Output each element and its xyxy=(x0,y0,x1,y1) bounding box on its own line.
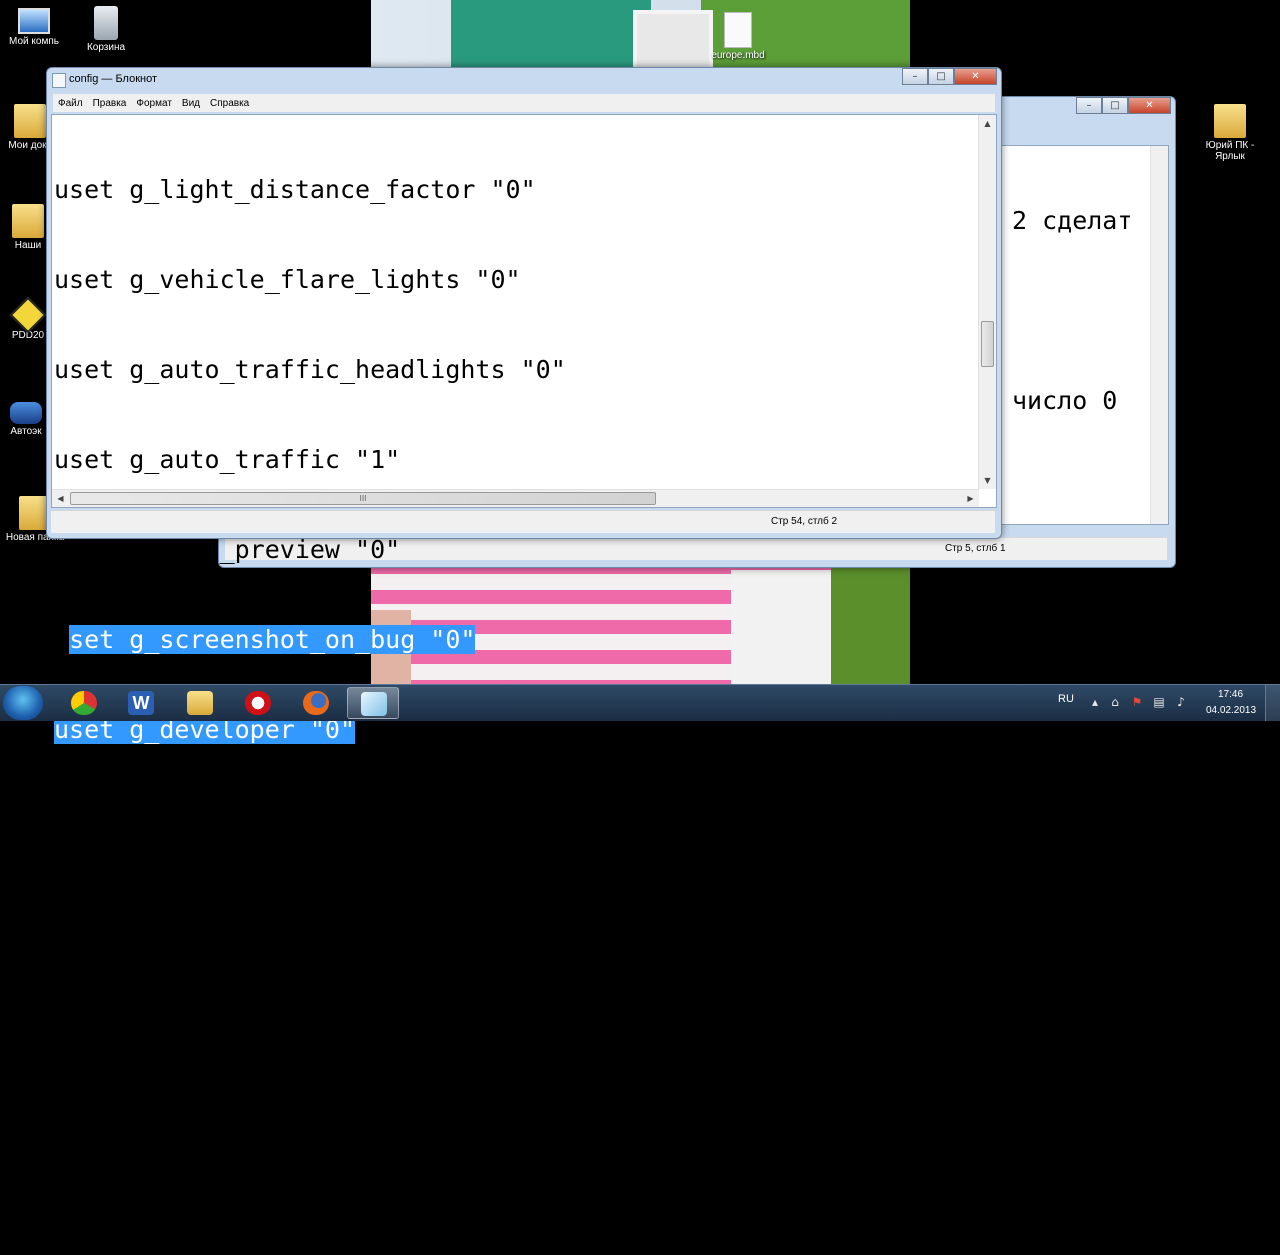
clock-date[interactable]: 04.02.2013 xyxy=(1206,705,1256,716)
show-desktop-button[interactable] xyxy=(1265,685,1280,721)
title-bar[interactable]: config — Блокнот – □ ✕ xyxy=(47,68,1001,92)
minimize-button[interactable]: – xyxy=(1076,97,1102,114)
desktop-icon-my-computer[interactable]: Мой компь xyxy=(0,8,74,47)
start-button[interactable] xyxy=(3,686,43,720)
taskbar-word-button[interactable]: W xyxy=(115,687,167,719)
taskbar-explorer-button[interactable] xyxy=(174,687,226,719)
scroll-down-arrow-icon[interactable]: ▼ xyxy=(979,472,996,489)
notepad-icon xyxy=(52,73,66,88)
vertical-scrollbar[interactable]: ▲ ▼ xyxy=(978,115,996,489)
clock-time[interactable]: 17:46 xyxy=(1218,689,1243,700)
close-button[interactable]: ✕ xyxy=(954,68,997,85)
volume-icon[interactable]: ♪ xyxy=(1174,695,1188,709)
folder-icon xyxy=(14,104,46,138)
menu-file[interactable]: Файл xyxy=(53,98,88,109)
taskbar: W RU ▴ ⌂ ⚑ ▤ ♪ 17:46 04.02.2013 xyxy=(0,684,1280,721)
menu-view[interactable]: Вид xyxy=(177,98,205,109)
desktop-icon-label: Автоэк xyxy=(10,426,42,437)
desktop-icon-recycle-bin[interactable]: Корзина xyxy=(66,6,146,53)
desktop-icon-label: Юрий ПК - Ярлык xyxy=(1205,140,1255,162)
vertical-scrollbar[interactable] xyxy=(1150,146,1168,524)
text-line: uset g_wc_fps "0.0" xyxy=(54,805,340,834)
text-editor[interactable]: uset g_light_distance_factor "0" uset g_… xyxy=(51,114,997,1194)
notepad-window[interactable]: config — Блокнот – □ ✕ Файл Правка Форма… xyxy=(46,67,1002,1194)
text-line: uset g_flyspeed "100.0" xyxy=(54,985,401,1014)
notepad-icon xyxy=(361,692,387,716)
text-line: uset g_colbox "0" xyxy=(54,1165,310,1194)
text-line: число 0 xyxy=(1012,386,1118,415)
text-line: uset g_vehicle_flare_lights "0" xyxy=(54,265,521,294)
explorer-folder-icon xyxy=(187,691,213,715)
status-bar: Стр 54, стлб 2 xyxy=(51,510,995,533)
taskbar-notepad-button[interactable] xyxy=(347,687,399,719)
desktop-icon-label: Корзина xyxy=(86,42,126,53)
wallpaper-sweater-white xyxy=(731,570,831,684)
scroll-right-arrow-icon[interactable]: ▶ xyxy=(962,490,979,507)
text-line: uset g_light_distance_factor "0" xyxy=(54,175,536,204)
menu-format[interactable]: Формат xyxy=(131,98,177,109)
desktop-icon-yuri-pc-shortcut[interactable]: Юрий ПК - Ярлык xyxy=(1190,104,1270,162)
cursor-position: Стр 54, стлб 2 xyxy=(771,516,838,527)
text-line xyxy=(1012,296,1132,326)
selected-text: set g_screenshot_on_bug "0" xyxy=(69,625,476,654)
horizontal-scroll-thumb[interactable]: III xyxy=(70,492,656,505)
word-icon: W xyxy=(128,691,154,715)
text-line: uset g_auto_traffic_headlights "0" xyxy=(54,355,566,384)
network-icon[interactable]: ▤ xyxy=(1152,695,1166,709)
background-text-content: 2 сделат число 0 xyxy=(1012,146,1132,476)
text-line: 2 сделат xyxy=(1012,206,1133,235)
firefox-icon xyxy=(303,691,329,715)
text-line: uset g_news "0" xyxy=(54,1075,280,1104)
computer-icon xyxy=(18,8,50,34)
taskbar-chrome-button[interactable] xyxy=(58,687,110,719)
road-sign-icon xyxy=(9,296,47,334)
file-icon xyxy=(724,12,752,48)
wallpaper-house xyxy=(451,0,651,70)
desktop-icon-label: Мой компь xyxy=(9,36,59,47)
folder-icon xyxy=(12,204,44,238)
folder-shortcut-icon xyxy=(1214,104,1246,138)
cursor-position: Стр 5, стлб 1 xyxy=(945,543,1006,554)
opera-icon xyxy=(245,691,271,715)
car-icon xyxy=(10,402,42,424)
horizontal-scrollbar[interactable]: ◀ III ▶ xyxy=(52,489,979,507)
close-button[interactable]: ✕ xyxy=(1128,97,1171,114)
menu-bar: Файл Правка Формат Вид Справка xyxy=(53,94,995,112)
scroll-left-arrow-icon[interactable]: ◀ xyxy=(52,490,69,507)
window-title: config — Блокнот xyxy=(69,73,158,85)
desktop-icon-europe-mbd[interactable]: europe.mbd xyxy=(698,12,778,61)
menu-edit[interactable]: Правка xyxy=(88,98,132,109)
action-center-icon[interactable]: ⚑ xyxy=(1130,695,1144,709)
vertical-scroll-thumb[interactable] xyxy=(981,321,994,367)
desktop-icon-label: europe.mbd xyxy=(711,50,765,61)
usb-device-icon[interactable]: ⌂ xyxy=(1108,695,1122,709)
text-line-partial-selection: uset g_screenshot_on_bug "0" xyxy=(54,625,566,655)
window-caption-buttons: – □ ✕ xyxy=(1076,97,1171,115)
chrome-icon xyxy=(71,691,97,715)
recycle-bin-icon xyxy=(94,6,118,40)
maximize-button[interactable]: □ xyxy=(1102,97,1128,114)
desktop-icon-label: Наши xyxy=(14,240,42,251)
window-caption-buttons: – □ ✕ xyxy=(902,68,997,86)
text-line: uset g_kdop_preview "0" xyxy=(54,535,401,564)
language-indicator[interactable]: RU xyxy=(1058,693,1074,705)
taskbar-firefox-button[interactable] xyxy=(290,687,342,719)
text-line: uset g_wc_radius "-1.0" xyxy=(54,895,401,924)
unselected-text: u xyxy=(54,625,70,654)
text-line: uset g_auto_traffic "1" xyxy=(54,445,401,474)
taskbar-opera-button[interactable] xyxy=(232,687,284,719)
scroll-up-arrow-icon[interactable]: ▲ xyxy=(979,115,996,132)
minimize-button[interactable]: – xyxy=(902,68,928,85)
maximize-button[interactable]: □ xyxy=(928,68,954,85)
menu-help[interactable]: Справка xyxy=(205,98,254,109)
show-hidden-icons-icon[interactable]: ▴ xyxy=(1088,695,1102,709)
